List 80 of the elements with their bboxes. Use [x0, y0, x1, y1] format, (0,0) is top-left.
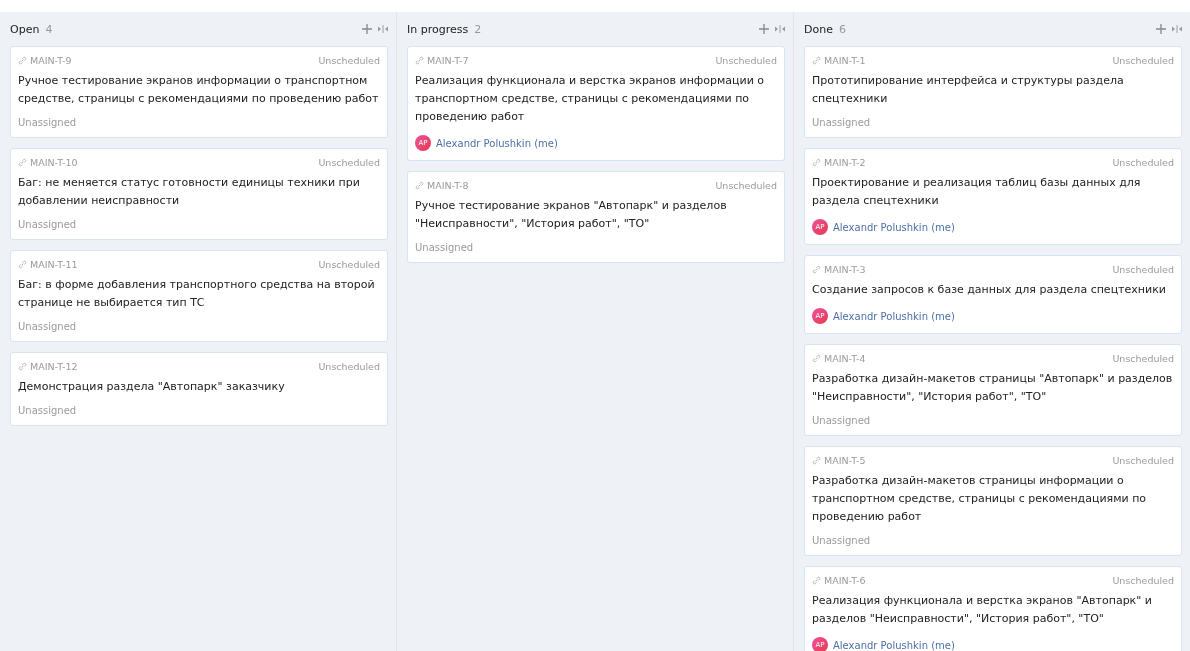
column-count: 2: [474, 22, 482, 36]
task-title: Баг: не меняется статус готовности единицы техники при добавлении неисправности: [18, 175, 361, 209]
task-title: Разработка дизайн-макетов страницы информации о транспортном средстве, страницы с рекомендациями по проведению работ: [812, 473, 1148, 525]
assignee-name[interactable]: Alexandr Polushkin (me): [436, 137, 558, 149]
task-title: Баг: в форме добавления транспортного средства на второй странице не выбирается тип ТС: [18, 277, 376, 311]
schedule-status: Unscheduled: [318, 259, 380, 270]
column-title: In progress: [407, 22, 469, 36]
column-title: Open: [10, 22, 40, 36]
task-key[interactable]: MAIN-T-1: [824, 55, 866, 66]
schedule-status: Unscheduled: [318, 55, 380, 66]
link-icon: [812, 576, 821, 585]
column-title: Done: [804, 22, 833, 36]
assignee-status: Unassigned: [812, 415, 872, 426]
task-card[interactable]: MAIN-T-10 Unscheduled Баг: не меняется статус готовности единицы техники при добавлении неисправности Unassigned: [10, 148, 388, 240]
assignee-status: Unassigned: [812, 117, 872, 128]
task-title: Ручное тестирование экранов информации о транспортном средстве, страницы с рекомендациями по проведению работ: [18, 73, 380, 107]
schedule-status: Unscheduled: [1112, 55, 1174, 66]
link-icon: [812, 56, 821, 65]
assignee-status: Unassigned: [18, 117, 78, 128]
task-key[interactable]: MAIN-T-4: [824, 353, 866, 364]
assignee-name[interactable]: Alexandr Polushkin (me): [833, 221, 955, 233]
column-count: 6: [838, 22, 846, 36]
task-card[interactable]: MAIN-T-1 Unscheduled Прототипирование интерфейса и структуры раздела спецтехники Unassigned: [804, 46, 1182, 138]
task-title: Прототипирование интерфейса и структуры раздела спецтехники: [812, 73, 1125, 107]
task-title: Демонстрация раздела "Автопарк" заказчику: [18, 379, 286, 395]
schedule-status: Unscheduled: [318, 157, 380, 168]
task-key[interactable]: MAIN-T-7: [427, 55, 469, 66]
link-icon: [812, 265, 821, 274]
assignee-status: Unassigned: [415, 242, 475, 253]
link-icon: [18, 158, 27, 167]
task-key[interactable]: MAIN-T-5: [824, 455, 866, 466]
task-card[interactable]: MAIN-T-9 Unscheduled Ручное тестирование экранов информации о транспортном средстве, страницы с рекомендациями по проведению работ Unassigned: [10, 46, 388, 138]
link-icon: [812, 456, 821, 465]
assignee-status: Unassigned: [18, 321, 78, 332]
collapse-icon[interactable]: [378, 25, 388, 33]
link-icon: [18, 260, 27, 269]
assignee-name[interactable]: Alexandr Polushkin (me): [833, 310, 955, 322]
task-key[interactable]: MAIN-T-9: [30, 55, 72, 66]
task-title: Реализация функционала и верстка экранов "Автопарк" и разделов "Неисправности", "История работ", "ТО": [812, 593, 1153, 627]
assignee-status: Unassigned: [18, 405, 78, 416]
schedule-status: Unscheduled: [1112, 157, 1174, 168]
task-key[interactable]: MAIN-T-12: [30, 361, 78, 372]
task-title: Создание запросов к базе данных для раздела спецтехники: [812, 282, 1167, 298]
task-key[interactable]: MAIN-T-8: [427, 180, 469, 191]
assignee-status: Unassigned: [812, 535, 872, 546]
link-icon: [415, 56, 424, 65]
plus-icon[interactable]: [362, 24, 372, 34]
link-icon: [812, 158, 821, 167]
assignee-status: Unassigned: [18, 219, 78, 230]
assignee-name[interactable]: Alexandr Polushkin (me): [833, 639, 955, 651]
task-title: Реализация функционала и верстка экранов информации о транспортном средстве, страницы с рекомендациями по проведению работ: [415, 73, 765, 125]
plus-icon[interactable]: [759, 24, 769, 34]
link-icon: [18, 362, 27, 371]
task-key[interactable]: MAIN-T-11: [30, 259, 78, 270]
schedule-status: Unscheduled: [1112, 575, 1174, 586]
schedule-status: Unscheduled: [1112, 353, 1174, 364]
task-title: Ручное тестирование экранов "Автопарк" и разделов "Неисправности", "История работ", "ТО": [415, 198, 728, 232]
task-card[interactable]: MAIN-T-11 Unscheduled Баг: в форме добавления транспортного средства на второй странице не выбирается тип ТС Unassigned: [10, 250, 388, 342]
schedule-status: Unscheduled: [715, 55, 777, 66]
task-card[interactable]: MAIN-T-8 Unscheduled Ручное тестирование экранов "Автопарк" и разделов "Неисправности", "История работ", "ТО" Unassigned: [407, 171, 785, 263]
task-key[interactable]: MAIN-T-6: [824, 575, 866, 586]
task-key[interactable]: MAIN-T-10: [30, 157, 78, 168]
schedule-status: Unscheduled: [318, 361, 380, 372]
collapse-icon[interactable]: [775, 25, 785, 33]
task-key[interactable]: MAIN-T-3: [824, 264, 866, 275]
link-icon: [812, 354, 821, 363]
link-icon: [18, 56, 27, 65]
collapse-icon[interactable]: [1172, 25, 1182, 33]
task-title: Проектирование и реализация таблиц базы данных для раздела спецтехники: [812, 175, 1142, 209]
schedule-status: Unscheduled: [1112, 455, 1174, 466]
schedule-status: Unscheduled: [1112, 264, 1174, 275]
column-count: 4: [45, 22, 53, 36]
link-icon: [415, 181, 424, 190]
schedule-status: Unscheduled: [715, 180, 777, 191]
plus-icon[interactable]: [1156, 24, 1166, 34]
task-key[interactable]: MAIN-T-2: [824, 157, 866, 168]
task-card[interactable]: MAIN-T-5 Unscheduled Разработка дизайн-макетов страницы информации о транспортном средстве, страницы с рекомендациями по проведению работ Unassigned: [804, 446, 1182, 556]
task-card[interactable]: MAIN-T-12 Unscheduled Демонстрация раздела "Автопарк" заказчику Unassigned: [10, 352, 388, 426]
task-card[interactable]: MAIN-T-4 Unscheduled Разработка дизайн-макетов страницы "Автопарк" и разделов "Неисправности", "История работ", "ТО" Unassigned: [804, 344, 1182, 436]
task-title: Разработка дизайн-макетов страницы "Автопарк" и разделов "Неисправности", "История работ", "ТО": [812, 371, 1174, 405]
